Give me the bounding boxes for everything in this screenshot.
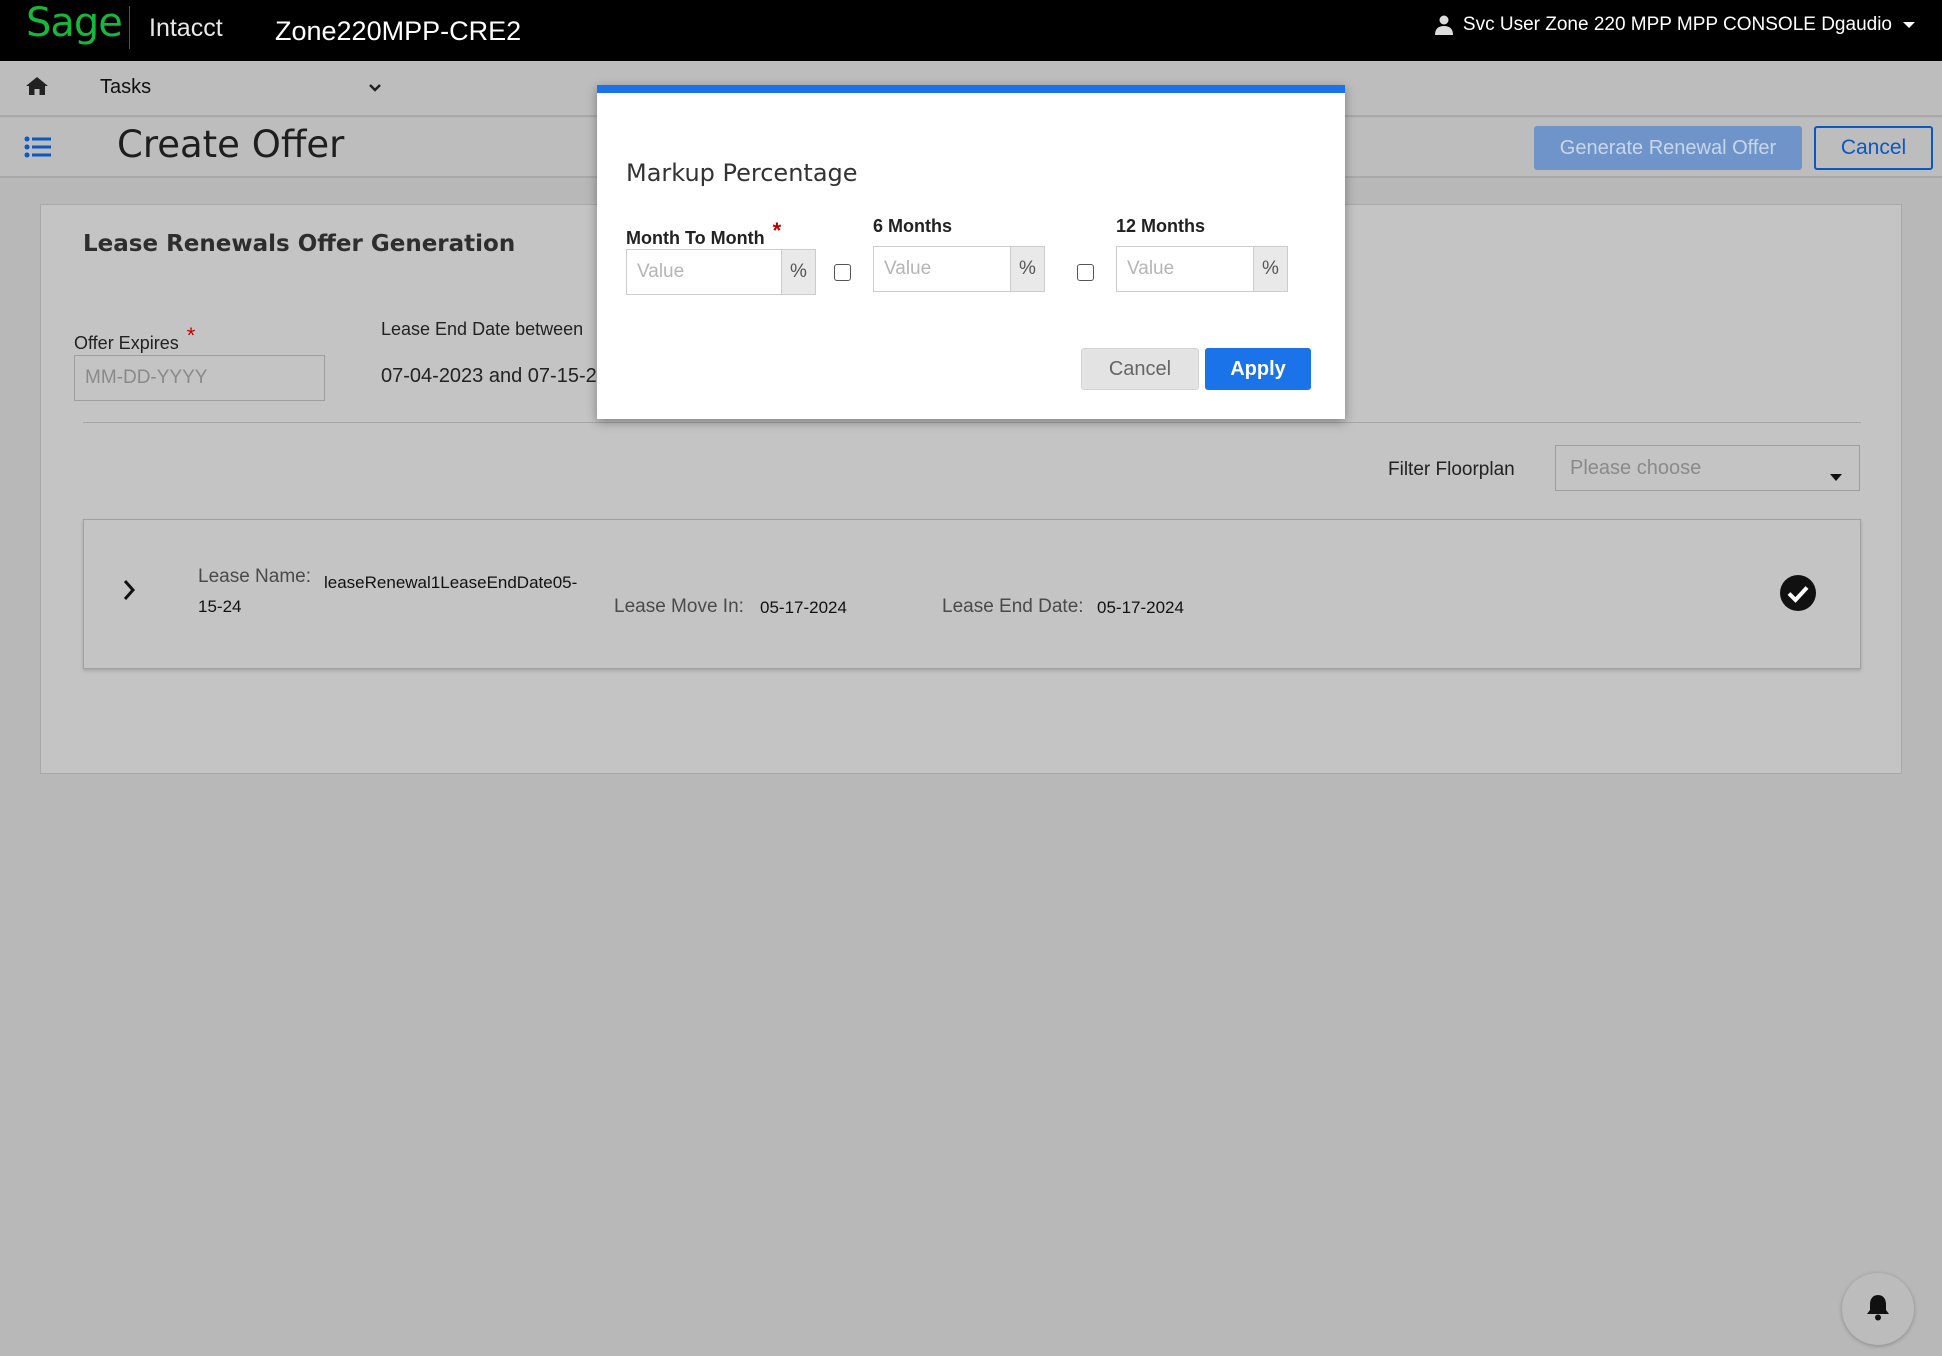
dialog-cancel-button[interactable]: Cancel	[1081, 348, 1199, 390]
sage-logo[interactable]: Sage	[26, 0, 123, 46]
percent-suffix: %	[1253, 247, 1287, 291]
lease-end-date-label: Lease End Date:	[942, 596, 1084, 617]
twelve-months-field: %	[1116, 246, 1288, 292]
page-title: Create Offer	[117, 123, 345, 166]
chevron-down-icon[interactable]	[368, 80, 382, 98]
lease-name-label: Lease Name:	[198, 566, 312, 587]
caret-down-icon	[1902, 20, 1916, 30]
six-months-label: 6 Months	[873, 216, 952, 236]
check-circle-icon[interactable]	[1779, 574, 1817, 617]
lease-move-in-value: 05-17-2024	[760, 598, 847, 617]
lease-end-between-label: Lease End Date between	[381, 319, 584, 339]
dialog-title: Markup Percentage	[626, 159, 858, 187]
top-header: Sage Intacct Zone220MPP-CRE2 Svc User Zo…	[0, 0, 1942, 61]
month-to-month-label: Month To Month *	[626, 218, 782, 248]
percent-suffix: %	[1010, 247, 1044, 291]
lease-row[interactable]: Lease Name: leaseRenewal1LeaseEndDate05-…	[83, 519, 1861, 669]
twelve-months-checkbox[interactable]	[1077, 264, 1094, 281]
filter-floorplan-label: Filter Floorplan	[1388, 459, 1515, 480]
lease-end-range: 07-04-2023 and 07-15-20	[381, 365, 608, 387]
logo-divider	[129, 6, 130, 49]
notifications-button[interactable]	[1842, 1273, 1914, 1345]
product-name: Intacct	[149, 14, 223, 42]
six-months-checkbox[interactable]	[834, 264, 851, 281]
filter-floorplan-select[interactable]: Please choose	[1555, 445, 1860, 491]
lease-name-value: leaseRenewal1LeaseEndDate05-	[324, 573, 578, 592]
offer-expires-label: Offer Expires *	[74, 323, 196, 353]
list-icon[interactable]	[24, 135, 52, 164]
generate-renewal-offer-button[interactable]: Generate Renewal Offer	[1534, 126, 1802, 170]
company-selector[interactable]: Zone220MPP-CRE2	[275, 16, 521, 47]
six-months-field: %	[873, 246, 1045, 292]
home-icon[interactable]	[25, 75, 49, 102]
filter-placeholder: Please choose	[1570, 456, 1702, 479]
card-title: Lease Renewals Offer Generation	[83, 231, 516, 257]
dialog-apply-button[interactable]: Apply	[1205, 348, 1311, 390]
divider	[83, 422, 1861, 423]
month-to-month-input[interactable]	[627, 250, 781, 294]
tasks-menu[interactable]: Tasks	[100, 76, 151, 99]
user-name: Svc User Zone 220 MPP MPP CONSOLE Dgaudi…	[1462, 14, 1892, 35]
user-icon	[1434, 15, 1453, 35]
lease-name-value-continued: 15-24	[198, 597, 242, 616]
six-months-input[interactable]	[874, 247, 1010, 291]
lease-move-in-label: Lease Move In:	[614, 596, 744, 617]
bell-icon	[1865, 1293, 1891, 1326]
twelve-months-input[interactable]	[1117, 247, 1253, 291]
caret-down-icon	[1829, 465, 1843, 488]
cancel-button[interactable]: Cancel	[1814, 126, 1933, 170]
chevron-right-icon[interactable]	[122, 578, 136, 607]
month-to-month-field: %	[626, 249, 816, 295]
user-menu[interactable]: Svc User Zone 220 MPP MPP CONSOLE Dgaudi…	[1434, 14, 1916, 36]
twelve-months-label: 12 Months	[1116, 216, 1206, 236]
percent-suffix: %	[781, 250, 815, 294]
markup-percentage-dialog: Markup Percentage Month To Month* % 6 Mo…	[597, 85, 1345, 419]
offer-expires-input[interactable]: MM-DD-YYYY	[74, 355, 325, 401]
lease-end-date-value: 05-17-2024	[1097, 598, 1184, 617]
